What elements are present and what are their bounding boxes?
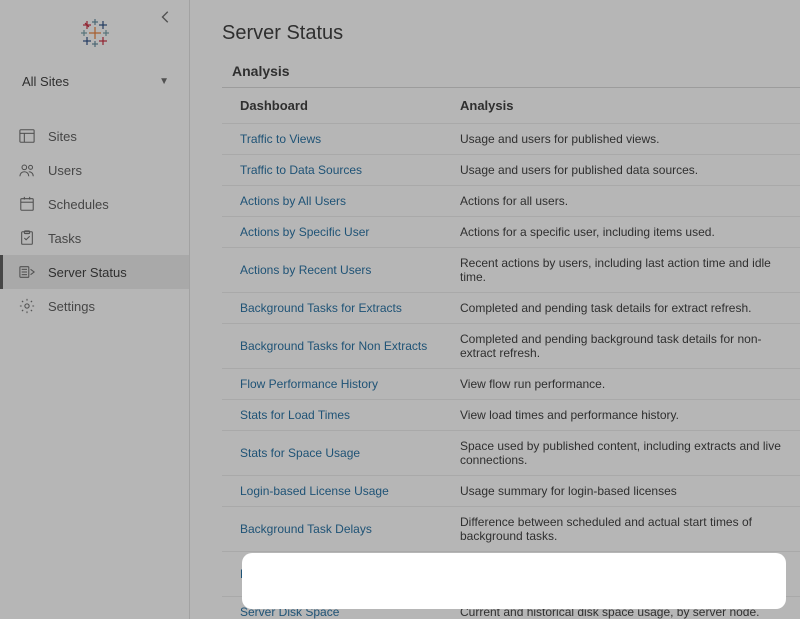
dashboard-link[interactable]: Performance of Views: [240, 567, 357, 581]
table-row: Login-based License Usage Usage summary f…: [222, 476, 800, 507]
dashboard-link[interactable]: Flow Performance History: [240, 377, 378, 391]
analysis-table: Dashboard Analysis Traffic to Views Usage…: [222, 88, 800, 619]
site-selector[interactable]: All Sites ▼: [0, 66, 189, 97]
dashboard-link[interactable]: Background Tasks for Non Extracts: [240, 339, 427, 353]
table-row: Background Tasks for Extracts Completed a…: [222, 293, 800, 324]
sidebar-item-label: Server Status: [48, 265, 127, 280]
main-content: Server Status Analysis Dashboard Analysi…: [190, 0, 800, 619]
dashboard-link[interactable]: Traffic to Data Sources: [240, 163, 362, 177]
dashboard-link[interactable]: Background Task Delays: [240, 522, 372, 536]
dashboard-description: Usage summary for login-based licenses: [442, 476, 800, 507]
dashboard-description: Current and historical disk space usage,…: [442, 597, 800, 619]
column-header-dashboard: Dashboard: [222, 88, 442, 124]
site-selector-label: All Sites: [22, 74, 69, 89]
dashboard-link[interactable]: Server Disk Space: [240, 605, 339, 619]
dashboard-description: View flow run performance.: [442, 369, 800, 400]
nav-list: Sites Users Schedules Tasks: [0, 119, 189, 323]
dashboard-link[interactable]: Actions by All Users: [240, 194, 346, 208]
sidebar-item-tasks[interactable]: Tasks: [0, 221, 189, 255]
sidebar-item-users[interactable]: Users: [0, 153, 189, 187]
table-row: Flow Performance History View flow run pe…: [222, 369, 800, 400]
dashboard-description: Recent actions by users, including last …: [442, 248, 800, 293]
dashboard-link[interactable]: Actions by Specific User: [240, 225, 369, 239]
sidebar-item-server-status[interactable]: Server Status: [0, 255, 189, 289]
page-title: Server Status: [222, 22, 800, 45]
dashboard-description: Space used by published content, includi…: [442, 431, 800, 476]
dashboard-description: View load times and performance history.: [442, 400, 800, 431]
dashboard-description: Usage and users for published views.: [442, 124, 800, 155]
calendar-icon: [18, 195, 36, 213]
sidebar-item-label: Settings: [48, 299, 95, 314]
sidebar-item-schedules[interactable]: Schedules: [0, 187, 189, 221]
dashboard-description: Completed and pending task details for e…: [442, 293, 800, 324]
table-row: Actions by Recent Users Recent actions by…: [222, 248, 800, 293]
dashboard-link[interactable]: Stats for Space Usage: [240, 446, 360, 460]
table-row: Traffic to Views Usage and users for publ…: [222, 124, 800, 155]
gear-icon: [18, 297, 36, 315]
dashboard-link[interactable]: Background Tasks for Extracts: [240, 301, 402, 315]
sidebar-item-sites[interactable]: Sites: [0, 119, 189, 153]
sidebar-item-settings[interactable]: Settings: [0, 289, 189, 323]
server-status-icon: [18, 263, 36, 281]
dashboard-link[interactable]: Actions by Recent Users: [240, 263, 371, 277]
users-icon: [18, 161, 36, 179]
table-row: Performance of Views Overall distribution…: [222, 552, 800, 597]
grid-icon: [18, 127, 36, 145]
collapse-sidebar-button[interactable]: [159, 10, 175, 26]
dashboard-link[interactable]: Stats for Load Times: [240, 408, 350, 422]
table-row: Stats for Space Usage Space used by publi…: [222, 431, 800, 476]
sidebar-item-label: Tasks: [48, 231, 81, 246]
table-row: Background Tasks for Non Extracts Complet…: [222, 324, 800, 369]
column-header-analysis: Analysis: [442, 88, 800, 124]
dashboard-link[interactable]: Traffic to Views: [240, 132, 321, 146]
table-row: Actions by Specific User Actions for a sp…: [222, 217, 800, 248]
sidebar-item-label: Users: [48, 163, 82, 178]
table-row: Server Disk Space Current and historical …: [222, 597, 800, 619]
table-row: Actions by All Users Actions for all user…: [222, 186, 800, 217]
sidebar: All Sites ▼ Sites Users Schedules: [0, 0, 190, 619]
sidebar-item-label: Schedules: [48, 197, 109, 212]
chevron-down-icon: ▼: [159, 76, 169, 87]
clipboard-icon: [18, 229, 36, 247]
dashboard-description: Completed and pending background task de…: [442, 324, 800, 369]
dashboard-link[interactable]: Login-based License Usage: [240, 484, 389, 498]
dashboard-description: Usage and users for published data sourc…: [442, 155, 800, 186]
dashboard-description: Actions for all users.: [442, 186, 800, 217]
table-row: Stats for Load Times View load times and …: [222, 400, 800, 431]
table-row: Traffic to Data Sources Usage and users f…: [222, 155, 800, 186]
section-title: Analysis: [222, 63, 800, 88]
dashboard-description: Actions for a specific user, including i…: [442, 217, 800, 248]
sidebar-item-label: Sites: [48, 129, 77, 144]
dashboard-description: Overall distribution of view load times …: [442, 552, 800, 597]
dashboard-description: Difference between scheduled and actual …: [442, 507, 800, 552]
table-row: Background Task Delays Difference between…: [222, 507, 800, 552]
